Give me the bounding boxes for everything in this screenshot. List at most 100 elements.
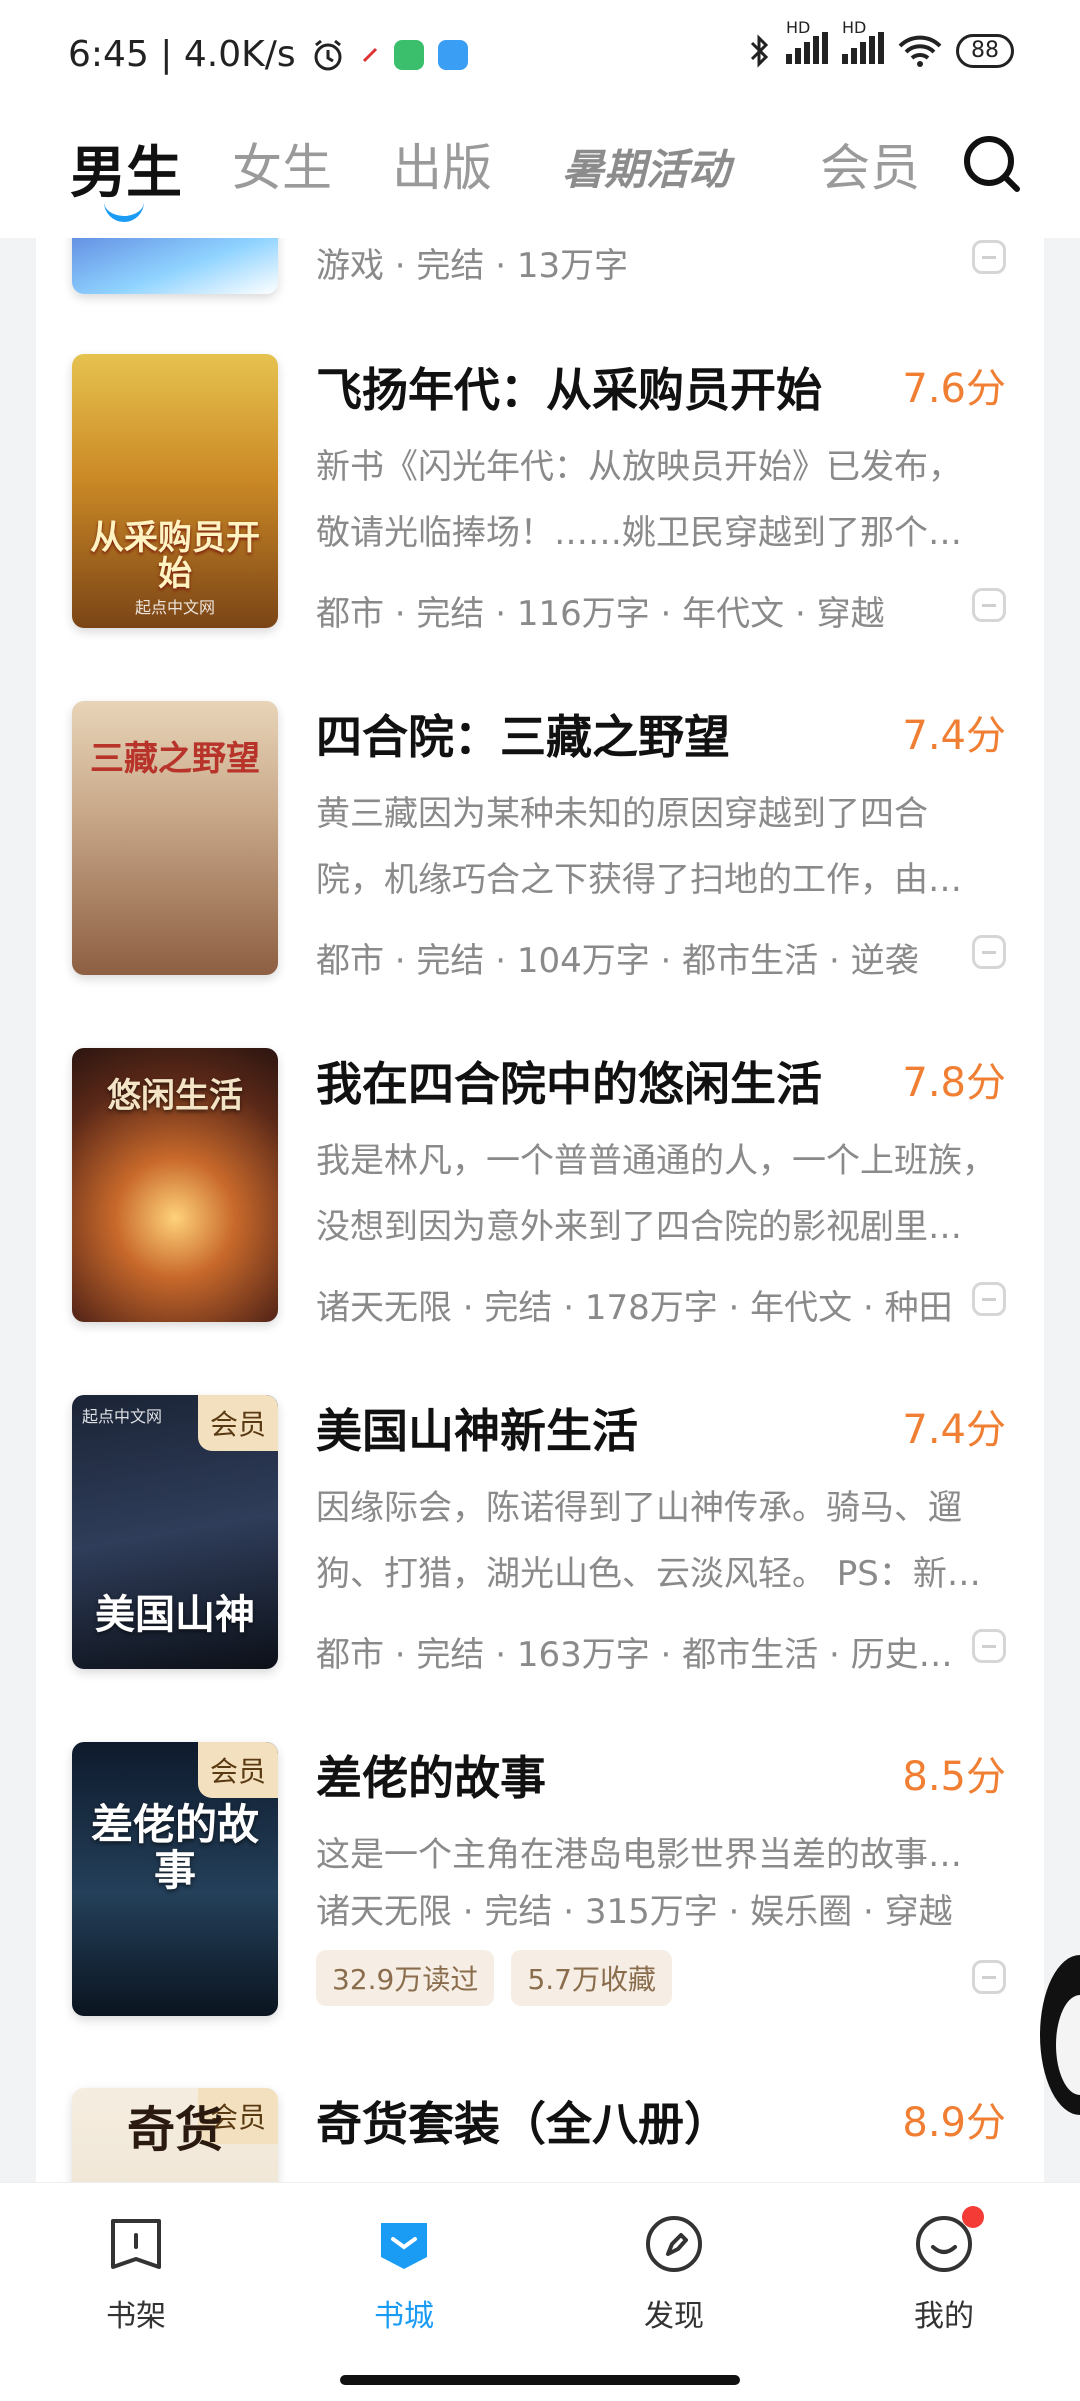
book-cover[interactable]: 三藏之野望 <box>72 701 278 975</box>
book-title: 四合院：三藏之野望 <box>316 710 730 764</box>
nav-discover[interactable]: 发现 <box>604 2211 744 2335</box>
book-list: 游戏 · 完结 · 13万字 从采购员开始 起点中文网 飞扬年代：从采购员开始 … <box>36 238 1044 2182</box>
search-icon[interactable] <box>960 132 1024 196</box>
book-description: 因缘际会，陈诺得到了山神传承。骑马、遛 狗、打猎，湖光山色、云淡风轻。 PS：新… <box>316 1475 1006 1607</box>
more-options-button[interactable] <box>972 1282 1006 1316</box>
status-bar: 6:45 | 4.0K/s HD HD 88 <box>0 0 1080 110</box>
cover-publisher: 起点中文网 <box>82 1407 163 1426</box>
book-cover[interactable] <box>72 238 278 294</box>
list-item[interactable]: 会员 美国山神 起点中文网 美国山神新生活 7.4分 因缘际会，陈诺得到了山神传… <box>36 1395 1044 1695</box>
hd-label-1: HD <box>786 18 811 37</box>
book-score: 7.8分 <box>902 1060 1006 1106</box>
favorite-count: 5.7万收藏 <box>511 1950 672 2006</box>
description-line: 因缘际会，陈诺得到了山神传承。骑马、遛 <box>316 1488 962 1528</box>
signal-1: HD <box>786 18 828 70</box>
bottom-navigation: 书架 书城 发现 我的 <box>0 2182 1080 2401</box>
book-score: 7.4分 <box>902 713 1006 759</box>
nav-profile[interactable]: 我的 <box>874 2206 1014 2335</box>
cover-title: 悠闲生活 <box>107 1076 243 1116</box>
book-title: 奇货套装（全八册） <box>316 2097 730 2151</box>
tab-female[interactable]: 女生 <box>232 128 332 200</box>
book-stats: 32.9万读过 5.7万收藏 <box>316 1950 684 2006</box>
book-meta: 诸天无限 · 完结 · 178万字 · 年代文 · 种田 <box>316 1288 953 1328</box>
description-line: 我是林凡，一个普普通通的人，一个上班族， <box>316 1141 996 1181</box>
cover-title: 差佬的故事 <box>90 1800 259 1895</box>
book-cover[interactable]: 会员 奇货 <box>72 2088 278 2182</box>
wifi-icon <box>898 35 942 67</box>
book-score: 7.4分 <box>902 1407 1006 1453</box>
arrow-icon <box>362 47 377 62</box>
book-score: 8.9分 <box>902 2100 1006 2146</box>
list-item[interactable]: 会员 奇货 奇货套装（全八册） 8.9分 <box>36 2088 1044 2182</box>
list-item[interactable]: 悠闲生活 我在四合院中的悠闲生活 7.8分 我是林凡，一个普普通通的人，一个上班… <box>36 1048 1044 1348</box>
alarm-icon <box>314 39 342 70</box>
bookshelf-icon <box>111 2219 161 2269</box>
top-category-tabs: 男生 女生 出版 暑期活动 会员 <box>0 110 1080 238</box>
shield-app-icon <box>393 39 424 70</box>
signal-2: HD <box>842 18 884 70</box>
book-title: 差佬的故事 <box>316 1751 546 1805</box>
book-meta: 都市 · 完结 · 104万字 · 都市生活 · 逆袭 <box>316 941 919 981</box>
book-title: 飞扬年代：从采购员开始 <box>316 363 822 417</box>
list-item[interactable]: 会员 差佬的故事 差佬的故事 8.5分 这是一个主角在港岛电影世界当差的故事… … <box>36 1742 1044 2042</box>
home-indicator[interactable] <box>340 2375 740 2385</box>
cover-title: 从采购员开始 <box>90 518 260 594</box>
active-tab-indicator <box>104 202 144 222</box>
notification-dot <box>962 2206 984 2228</box>
description-line: 敬请光临捧场！……姚卫民穿越到了那个… <box>316 513 962 553</box>
tab-publish[interactable]: 出版 <box>392 128 492 200</box>
book-score: 8.5分 <box>902 1754 1006 1800</box>
book-score: 7.6分 <box>902 366 1006 412</box>
nav-label: 书架 <box>106 2299 166 2334</box>
book-cover[interactable]: 会员 美国山神 起点中文网 <box>72 1395 278 1669</box>
status-right: HD HD 88 <box>748 18 1014 70</box>
tab-male[interactable]: 男生 <box>70 128 182 209</box>
nav-bookshelf[interactable]: 书架 <box>66 2211 206 2335</box>
description-line: 院，机缘巧合之下获得了扫地的工作，由… <box>316 860 962 900</box>
cover-title: 三藏之野望 <box>90 739 260 779</box>
description-line: 这是一个主角在港岛电影世界当差的故事… <box>316 1835 962 1875</box>
book-meta: 诸天无限 · 完结 · 315万字 · 娱乐圈 · 穿越 <box>316 1892 953 1932</box>
book-title: 我在四合院中的悠闲生活 <box>316 1057 822 1111</box>
nav-label: 我的 <box>914 2299 974 2334</box>
book-description: 我是林凡，一个普普通通的人，一个上班族， 没想到因为意外来到了四合院的影视剧里… <box>316 1128 1006 1260</box>
profile-icon <box>916 2206 984 2272</box>
description-line: 新书《闪光年代：从放映员开始》已发布， <box>316 447 962 487</box>
cover-title: 美国山神 <box>95 1592 255 1638</box>
hd-label-2: HD <box>842 18 867 37</box>
more-options-button[interactable] <box>972 240 1006 274</box>
compass-icon <box>646 2216 702 2272</box>
cloud-app-icon <box>437 39 468 70</box>
description-line: 狗、打猎，湖光山色、云淡风轻。 PS：新… <box>316 1554 981 1594</box>
vip-badge: 会员 <box>197 1742 278 1798</box>
mascot-float-icon[interactable] <box>1036 1950 1080 2120</box>
tab-summer-event[interactable]: 暑期活动 <box>562 136 730 197</box>
book-meta: 游戏 · 完结 · 13万字 <box>316 246 629 286</box>
book-description: 这是一个主角在港岛电影世界当差的故事… <box>316 1822 1006 1888</box>
description-line: 没想到因为意外来到了四合院的影视剧里… <box>316 1207 962 1247</box>
book-title: 美国山神新生活 <box>316 1404 638 1458</box>
book-cover[interactable]: 会员 差佬的故事 <box>72 1742 278 2016</box>
bookstore-icon <box>381 2223 427 2269</box>
book-meta: 都市 · 完结 · 163万字 · 都市生活 · 历史… <box>316 1635 953 1675</box>
nav-label: 书城 <box>374 2299 434 2334</box>
book-description: 新书《闪光年代：从放映员开始》已发布， 敬请光临捧场！……姚卫民穿越到了那个… <box>316 434 1006 566</box>
tab-member[interactable]: 会员 <box>820 128 920 200</box>
more-options-button[interactable] <box>972 1629 1006 1663</box>
book-cover[interactable]: 从采购员开始 起点中文网 <box>72 354 278 628</box>
more-options-button[interactable] <box>972 1960 1006 1994</box>
book-cover[interactable]: 悠闲生活 <box>72 1048 278 1322</box>
book-meta: 都市 · 完结 · 116万字 · 年代文 · 穿越 <box>316 594 885 634</box>
more-options-button[interactable] <box>972 588 1006 622</box>
read-count: 32.9万读过 <box>316 1950 495 2006</box>
cover-publisher: 起点中文网 <box>134 598 215 617</box>
list-item[interactable]: 三藏之野望 四合院：三藏之野望 7.4分 黄三藏因为某种未知的原因穿越到了四合 … <box>36 701 1044 1001</box>
nav-bookstore[interactable]: 书城 <box>334 2211 474 2335</box>
list-item[interactable]: 从采购员开始 起点中文网 飞扬年代：从采购员开始 7.6分 新书《闪光年代：从放… <box>36 354 1044 654</box>
time-speed: 6:45 | 4.0K/s <box>68 34 296 75</box>
cover-title: 奇货 <box>126 2102 223 2158</box>
status-left: 6:45 | 4.0K/s <box>68 34 468 75</box>
more-options-button[interactable] <box>972 935 1006 969</box>
nav-label: 发现 <box>644 2299 704 2334</box>
book-description: 黄三藏因为某种未知的原因穿越到了四合 院，机缘巧合之下获得了扫地的工作，由… <box>316 781 1006 913</box>
